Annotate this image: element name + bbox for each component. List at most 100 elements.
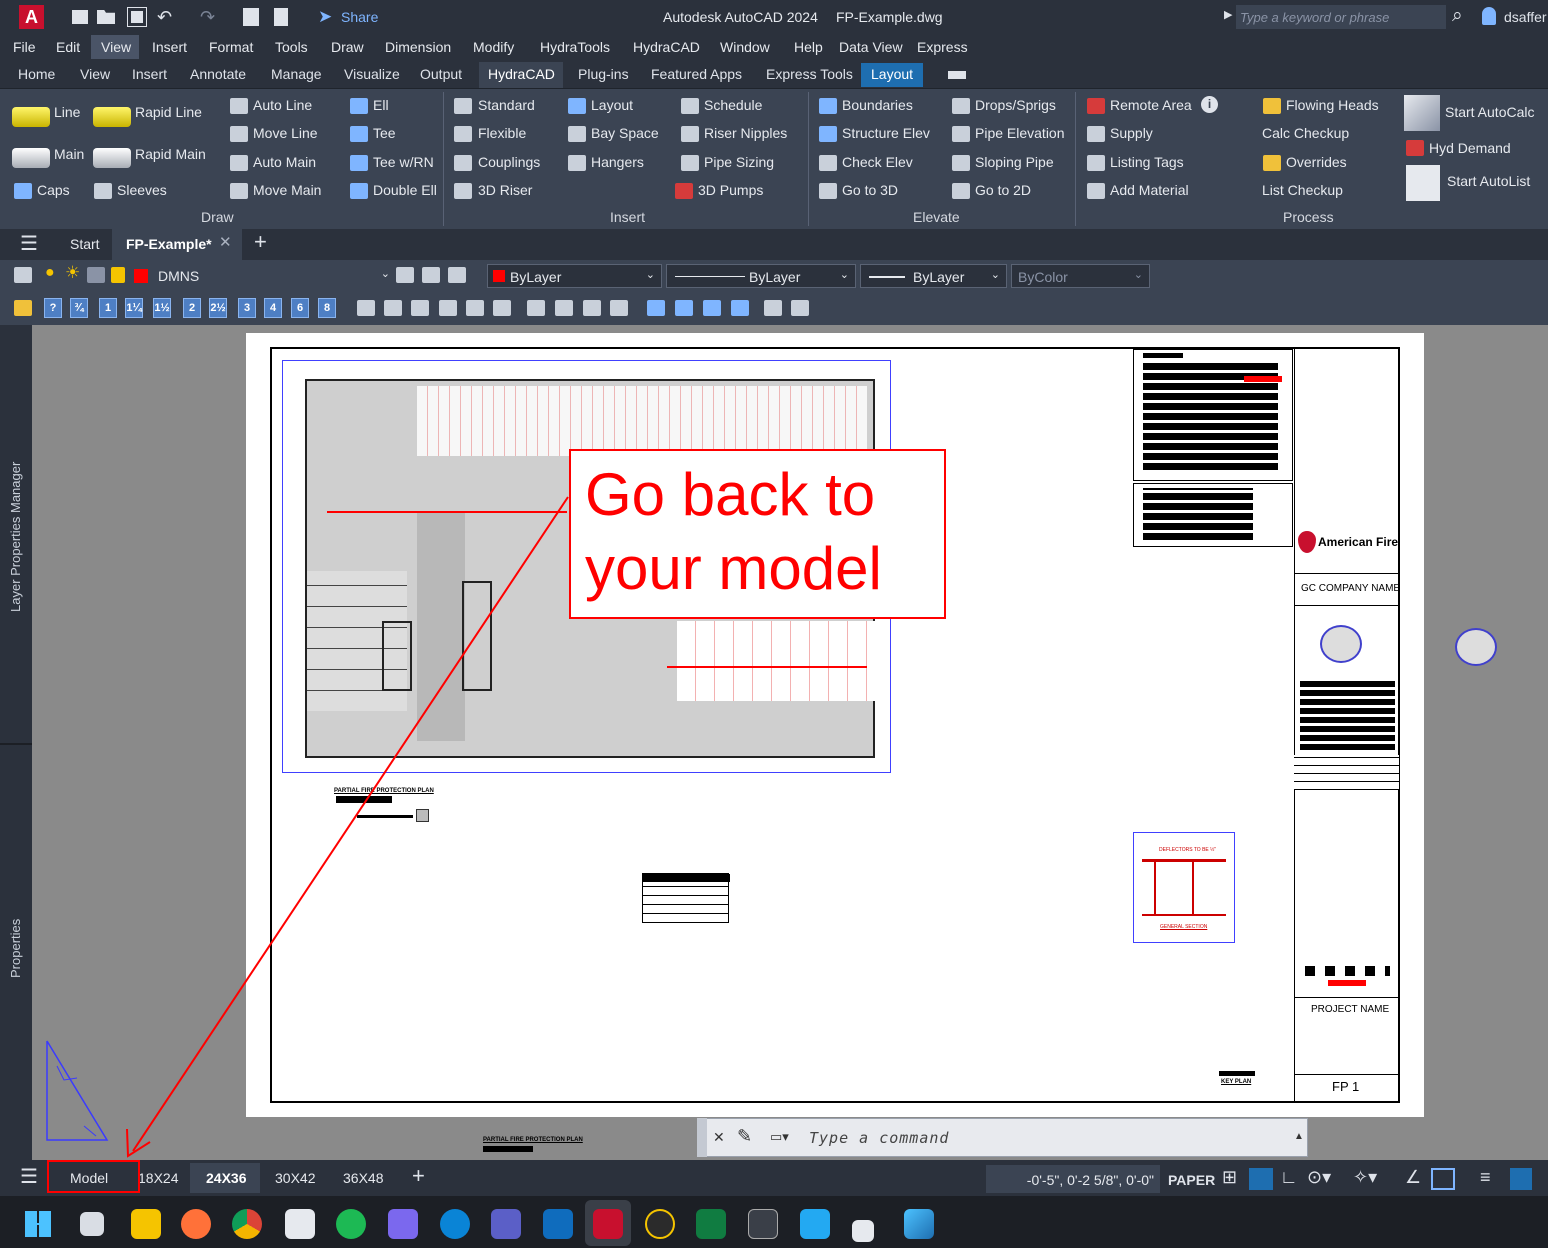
tab-insert[interactable]: Insert: [132, 66, 167, 82]
menu-help[interactable]: Help: [794, 39, 823, 55]
teams-icon[interactable]: [491, 1209, 521, 1239]
schedule-icon[interactable]: [681, 98, 699, 114]
tab-view[interactable]: View: [80, 66, 110, 82]
tab-30x42[interactable]: 30X42: [275, 1170, 315, 1186]
listing-tags-icon[interactable]: [1087, 155, 1105, 171]
menu-file[interactable]: File: [13, 39, 36, 55]
start-autolist-button[interactable]: Start AutoList: [1447, 174, 1530, 188]
plotstyle-dropdown[interactable]: ByColor ⌄: [1011, 264, 1150, 288]
sleeves-button[interactable]: Sleeves: [117, 183, 167, 197]
make-current-icon[interactable]: [396, 267, 414, 283]
size-1-button[interactable]: 1: [99, 298, 117, 318]
list-checkup-button[interactable]: List Checkup: [1262, 183, 1343, 197]
layer-dropdown[interactable]: DMNS ⌄: [152, 264, 390, 288]
layer-tool-5-icon[interactable]: [466, 300, 484, 316]
ell-button[interactable]: Ell: [373, 98, 389, 112]
menu-hydratools[interactable]: HydraTools: [540, 39, 610, 55]
overrides-icon[interactable]: [1263, 155, 1281, 171]
command-customize-icon[interactable]: ✎: [737, 1127, 752, 1145]
layer-tool-7-icon[interactable]: [527, 300, 545, 316]
tee-icon[interactable]: [350, 126, 368, 142]
qat-new-icon[interactable]: [72, 10, 88, 24]
flexible-icon[interactable]: [454, 126, 472, 142]
lineweight-dropdown[interactable]: ByLayer ⌄: [860, 264, 1007, 288]
size-1-1-2-button[interactable]: 1½: [153, 298, 171, 318]
size-4-button[interactable]: 4: [264, 298, 282, 318]
caps-icon[interactable]: [14, 183, 32, 199]
layer-tool-8-icon[interactable]: [555, 300, 573, 316]
layer-tool-15-icon[interactable]: [764, 300, 782, 316]
layout-button[interactable]: Layout: [591, 98, 633, 112]
add-material-icon[interactable]: [1087, 183, 1105, 199]
qat-publish-icon[interactable]: [274, 8, 288, 26]
flowing-heads-icon[interactable]: [1263, 98, 1281, 114]
process-panel-title[interactable]: Process: [1283, 209, 1334, 225]
grid-toggle-icon[interactable]: ⊞: [1222, 1168, 1237, 1186]
couplings-button[interactable]: Couplings: [478, 155, 540, 169]
layer-tool-11-icon[interactable]: [647, 300, 665, 316]
start-autocalc-button[interactable]: Start AutoCalc: [1445, 105, 1535, 119]
properties-tab[interactable]: Properties: [8, 919, 23, 978]
sleeves-icon[interactable]: [94, 183, 112, 199]
color-dropdown[interactable]: ByLayer ⌄: [487, 264, 662, 288]
riser-3d-icon[interactable]: [454, 183, 472, 199]
tee-wrn-button[interactable]: Tee w/RN: [373, 155, 434, 169]
tee-button[interactable]: Tee: [373, 126, 396, 140]
excel-icon[interactable]: [696, 1209, 726, 1239]
size-3-4-button[interactable]: ¾: [70, 298, 88, 318]
spotify-icon[interactable]: [336, 1209, 366, 1239]
hyd-demand-icon[interactable]: [1406, 140, 1424, 156]
layer-tool-16-icon[interactable]: [791, 300, 809, 316]
previous-layer-icon[interactable]: [448, 267, 466, 283]
tab-visualize[interactable]: Visualize: [344, 66, 400, 82]
size-8-button[interactable]: 8: [318, 298, 336, 318]
pipe-elevation-icon[interactable]: [952, 126, 970, 142]
vscode-icon[interactable]: [800, 1209, 830, 1239]
penguin-app-icon[interactable]: [645, 1209, 675, 1239]
linetype-dropdown[interactable]: ByLayer ⌄: [666, 264, 856, 288]
command-prompt-icon[interactable]: ▭▾: [770, 1130, 789, 1143]
angle-toggle-icon[interactable]: ∠: [1405, 1168, 1421, 1186]
qat-redo-icon[interactable]: ↷: [200, 8, 215, 26]
user-icon[interactable]: [1482, 7, 1496, 25]
go-to-3d-button[interactable]: Go to 3D: [842, 183, 898, 197]
standard-icon[interactable]: [454, 98, 472, 114]
draw-panel-title[interactable]: Draw: [201, 209, 234, 225]
structure-elev-button[interactable]: Structure Elev: [842, 126, 930, 140]
caps-button[interactable]: Caps: [37, 183, 70, 197]
new-tab-icon[interactable]: +: [254, 231, 267, 253]
pumps-3d-button[interactable]: 3D Pumps: [698, 183, 763, 197]
size-2-button[interactable]: 2: [183, 298, 201, 318]
auto-main-button[interactable]: Auto Main: [253, 155, 316, 169]
layer-tool-9-icon[interactable]: [583, 300, 601, 316]
tab-24x36[interactable]: 24X36: [206, 1170, 246, 1186]
auto-line-icon[interactable]: [230, 98, 248, 114]
check-elev-button[interactable]: Check Elev: [842, 155, 913, 169]
share-icon[interactable]: ➤: [318, 8, 332, 25]
line-button[interactable]: Line: [54, 105, 80, 119]
supply-button[interactable]: Supply: [1110, 126, 1153, 140]
double-ell-icon[interactable]: [350, 183, 368, 199]
add-material-button[interactable]: Add Material: [1110, 183, 1189, 197]
pumps-3d-icon[interactable]: [675, 183, 693, 199]
command-history-icon[interactable]: ▲: [1294, 1132, 1304, 1142]
tab-featured-apps[interactable]: Featured Apps: [651, 66, 742, 82]
boundaries-icon[interactable]: [819, 98, 837, 114]
sloping-pipe-button[interactable]: Sloping Pipe: [975, 155, 1054, 169]
listing-tags-button[interactable]: Listing Tags: [1110, 155, 1184, 169]
boundaries-button[interactable]: Boundaries: [842, 98, 913, 112]
app-logo[interactable]: A: [19, 5, 44, 29]
rapid-line-button[interactable]: Rapid Line: [135, 105, 202, 119]
move-main-button[interactable]: Move Main: [253, 183, 321, 197]
task-view-icon[interactable]: [80, 1212, 104, 1236]
couplings-icon[interactable]: [454, 155, 472, 171]
lineweight-toggle-icon[interactable]: ≡: [1480, 1168, 1491, 1186]
overrides-button[interactable]: Overrides: [1286, 155, 1347, 169]
auto-line-button[interactable]: Auto Line: [253, 98, 312, 112]
menu-express[interactable]: Express: [917, 39, 968, 55]
search-expand-icon[interactable]: ▶: [1224, 10, 1232, 21]
menu-format[interactable]: Format: [209, 39, 253, 55]
layer-viewport-icon[interactable]: [87, 267, 105, 283]
pipe-elevation-button[interactable]: Pipe Elevation: [975, 126, 1065, 140]
hangers-button[interactable]: Hangers: [591, 155, 644, 169]
